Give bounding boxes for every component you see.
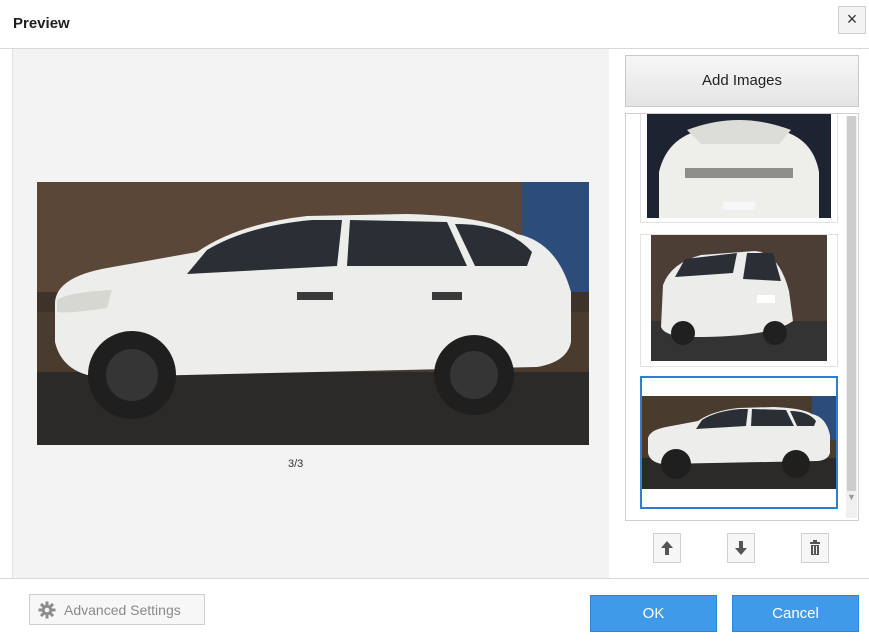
- gear-icon: [38, 601, 56, 619]
- dialog-title: Preview: [13, 15, 70, 32]
- close-button[interactable]: ×: [838, 6, 866, 34]
- arrow-up-icon: [661, 541, 673, 555]
- delete-button[interactable]: [801, 533, 829, 563]
- main-preview-image: [37, 182, 589, 445]
- advanced-settings-button[interactable]: Advanced Settings: [29, 594, 205, 625]
- thumbnail-list[interactable]: ▼: [625, 113, 859, 521]
- thumbnail-item[interactable]: [640, 234, 838, 367]
- arrow-down-icon: [735, 541, 747, 555]
- thumbnail-item-selected[interactable]: [640, 376, 838, 509]
- scrollbar-thumb[interactable]: [847, 116, 856, 491]
- image-counter: 3/3: [288, 458, 304, 470]
- title-bar: Preview ×: [0, 0, 869, 49]
- scroll-down-arrow-icon[interactable]: ▼: [847, 492, 856, 502]
- thumbnail-item[interactable]: [640, 114, 838, 223]
- ok-button[interactable]: OK: [590, 595, 717, 632]
- thumbnail-image: [647, 114, 831, 218]
- dialog-footer: Advanced Settings OK Cancel: [0, 578, 869, 644]
- main-preview-pane: 3/3: [12, 49, 610, 578]
- thumbnail-image: [642, 396, 836, 489]
- add-images-button[interactable]: Add Images: [625, 55, 859, 107]
- thumbnail-sidebar: Add Images ▼: [609, 49, 869, 578]
- cancel-button[interactable]: Cancel: [732, 595, 859, 632]
- thumbnail-scrollbar[interactable]: ▼: [846, 116, 857, 518]
- advanced-settings-label: Advanced Settings: [64, 602, 181, 618]
- close-icon: ×: [846, 9, 858, 29]
- trash-icon: [810, 540, 820, 555]
- thumbnail-image: [651, 235, 827, 361]
- preview-dialog: Preview × 3/3 Add Images ▼ Advanced Sett…: [0, 0, 869, 644]
- move-up-button[interactable]: [653, 533, 681, 563]
- move-down-button[interactable]: [727, 533, 755, 563]
